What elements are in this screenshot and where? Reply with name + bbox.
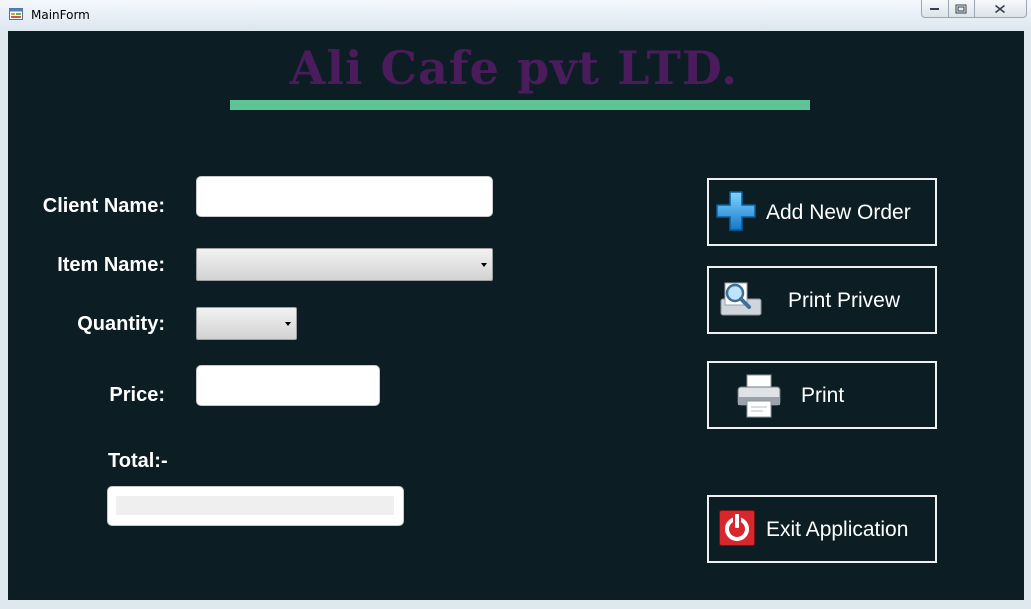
- print-preview-label: Print Privew: [788, 289, 901, 312]
- close-icon: [995, 4, 1006, 13]
- client-name-input[interactable]: [196, 176, 493, 217]
- printer-icon: [735, 373, 783, 425]
- power-icon: [719, 510, 755, 552]
- main-form: Ali Cafe pvt LTD. Client Name: Item Name…: [8, 31, 1024, 600]
- item-name-label: Item Name:: [57, 254, 165, 276]
- item-name-select[interactable]: [196, 248, 493, 281]
- plus-icon: [715, 190, 757, 238]
- caption-buttons: [921, 0, 1027, 19]
- client-name-label: Client Name:: [42, 195, 165, 217]
- total-field: [107, 486, 404, 526]
- brand-underline: [230, 100, 810, 110]
- print-preview-button[interactable]: Print Privew: [707, 266, 937, 334]
- close-button[interactable]: [974, 0, 1027, 18]
- restore-button[interactable]: [948, 0, 975, 18]
- quantity-label: Quantity:: [77, 313, 165, 335]
- restore-icon: [955, 4, 967, 13]
- minimize-button[interactable]: [921, 0, 949, 18]
- app-form-icon: [9, 7, 23, 21]
- add-new-order-label: Add New Order: [766, 201, 911, 224]
- print-label: Print: [801, 384, 845, 407]
- chevron-down-icon: [481, 262, 487, 267]
- print-button[interactable]: Print: [707, 361, 937, 429]
- window-titlebar[interactable]: MainForm: [0, 0, 1031, 30]
- total-label: Total:-: [108, 450, 168, 472]
- exit-application-button[interactable]: Exit Application: [707, 495, 937, 563]
- price-input[interactable]: [196, 365, 380, 406]
- window-title: MainForm: [31, 8, 90, 22]
- minimize-icon: [929, 7, 939, 10]
- chevron-down-icon: [285, 321, 291, 326]
- add-new-order-button[interactable]: Add New Order: [707, 178, 937, 246]
- exit-application-label: Exit Application: [766, 518, 909, 541]
- price-label: Price:: [109, 384, 165, 406]
- magnifier-document-icon: [719, 279, 763, 325]
- brand-title: Ali Cafe pvt LTD.: [289, 41, 739, 95]
- quantity-select[interactable]: [196, 307, 297, 340]
- total-value: [116, 496, 394, 515]
